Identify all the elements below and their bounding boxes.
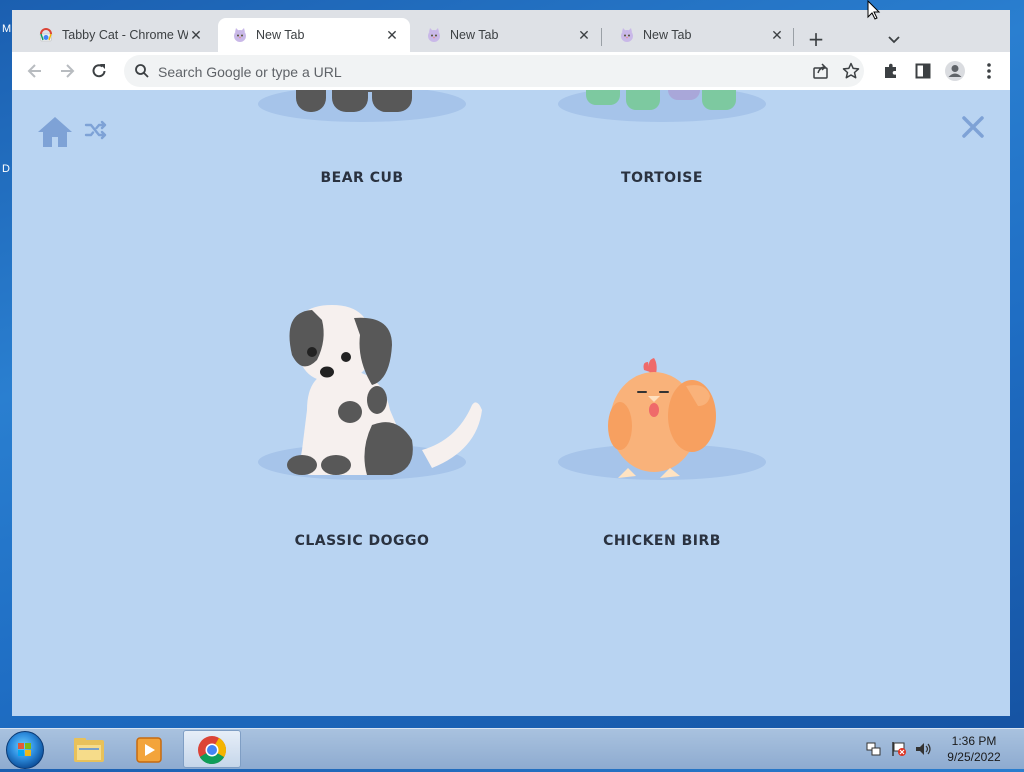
more-vertical-icon (987, 63, 991, 79)
close-tab-icon[interactable]: ✕ (384, 27, 400, 43)
close-tab-icon[interactable]: ✕ (769, 27, 785, 43)
tortoise-illustration (586, 90, 736, 110)
tab-title: Tabby Cat - Chrome Web Store (62, 28, 188, 42)
clock-date: 9/25/2022 (947, 750, 1001, 764)
tabby-cat-icon (428, 28, 440, 42)
chrome-window: Tabby Cat - Chrome Web Store ✕ New Tab ✕… (0, 0, 1024, 718)
tabby-cat-icon (234, 28, 246, 42)
taskbar-chrome[interactable] (183, 730, 241, 768)
omnibox[interactable] (124, 55, 864, 87)
tab-new-tab[interactable]: New Tab ✕ (412, 18, 602, 52)
reload-icon (92, 64, 106, 78)
tabby-cat-icon (621, 28, 633, 42)
back-button[interactable] (24, 60, 46, 82)
bear-cub-illustration (296, 90, 412, 112)
animal-card-tortoise[interactable]: TORTOISE (532, 90, 792, 190)
tab-search-button[interactable] (882, 30, 906, 50)
bookmark-star-icon[interactable] (842, 62, 860, 80)
volume-icon[interactable] (914, 741, 932, 757)
tab-strip: Tabby Cat - Chrome Web Store ✕ New Tab ✕… (12, 10, 1010, 52)
system-clock[interactable]: 1:36 PM 9/25/2022 (938, 733, 1010, 765)
animal-name: TORTOISE (621, 170, 703, 186)
media-player-icon (136, 737, 162, 763)
side-panel-button[interactable] (912, 60, 934, 82)
tab-new-tab[interactable]: New Tab ✕ (605, 18, 795, 52)
forward-button[interactable] (56, 60, 78, 82)
search-icon (135, 64, 149, 78)
animal-card-classic-doggo[interactable]: CLASSIC DOGGO (232, 300, 492, 550)
forward-arrow-icon (61, 64, 75, 78)
chrome-web-store-icon (39, 28, 53, 42)
avatar-icon (945, 61, 965, 81)
network-icon[interactable] (866, 741, 882, 757)
tab-separator (793, 28, 794, 46)
taskbar-explorer[interactable] (60, 730, 118, 768)
back-arrow-icon (27, 64, 41, 78)
animal-card-bear-cub[interactable]: BEAR CUB (232, 90, 492, 190)
profile-button[interactable] (944, 60, 966, 82)
tab-title: New Tab (256, 28, 305, 42)
home-icon[interactable] (36, 114, 74, 150)
chrome-icon (198, 736, 226, 764)
address-input[interactable] (156, 61, 800, 83)
animal-name: BEAR CUB (320, 170, 404, 186)
chevron-down-icon (888, 36, 900, 44)
tabby-cat-page: BEAR CUB TORTOISE CLASSIC DOGGO CHICKEN … (12, 90, 1010, 716)
start-button[interactable] (6, 731, 44, 769)
extensions-button[interactable] (880, 60, 902, 82)
reload-button[interactable] (88, 60, 110, 82)
tab-separator (601, 28, 602, 46)
browser-toolbar (12, 52, 1010, 90)
shuffle-icon[interactable] (84, 120, 108, 140)
animal-card-chicken-birb[interactable]: CHICKEN BIRB (532, 300, 792, 550)
menu-button[interactable] (978, 60, 1000, 82)
action-center-flag-icon[interactable] (891, 741, 907, 757)
windows-explorer-icon (74, 738, 104, 762)
puzzle-piece-icon (885, 63, 896, 78)
close-icon[interactable] (960, 114, 986, 140)
new-tab-button[interactable]: + (804, 28, 828, 52)
taskbar: 1:36 PM 9/25/2022 (0, 728, 1024, 769)
tab-new-tab-active[interactable]: New Tab ✕ (218, 18, 410, 52)
tab-title: New Tab (643, 28, 692, 42)
taskbar-media-player[interactable] (120, 730, 178, 768)
clock-time: 1:36 PM (951, 734, 997, 748)
share-icon[interactable] (812, 63, 830, 79)
mouse-cursor-icon (867, 0, 881, 20)
windows-logo-icon (18, 743, 31, 756)
tab-chrome-web-store[interactable]: Tabby Cat - Chrome Web Store ✕ (24, 18, 214, 52)
side-panel-icon (915, 63, 931, 79)
classic-doggo-illustration (287, 305, 482, 475)
close-tab-icon[interactable]: ✕ (576, 27, 592, 43)
tab-title: New Tab (450, 28, 499, 42)
animal-name: CLASSIC DOGGO (294, 533, 430, 549)
animal-name: CHICKEN BIRB (603, 533, 721, 549)
close-tab-icon[interactable]: ✕ (188, 27, 204, 43)
chicken-birb-illustration (608, 358, 716, 478)
